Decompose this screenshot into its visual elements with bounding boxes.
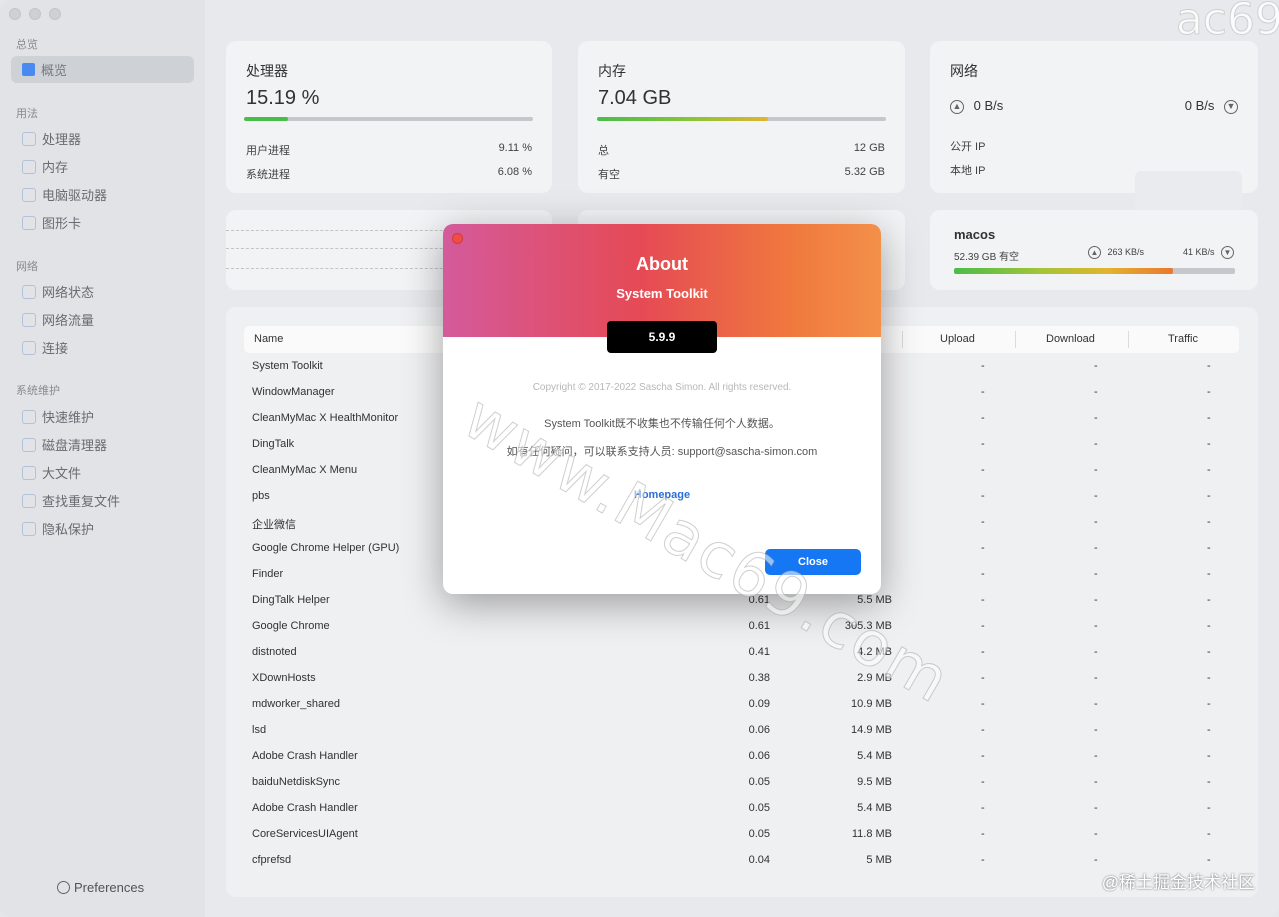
- about-app-name: System Toolkit: [616, 286, 708, 301]
- app-window: 总览 概览 用法 处理器 内存 电脑驱动器 图形卡 网络 网络状态 网络流量 连接 系统维护 快速维护磁…: [0, 0, 1279, 917]
- about-title: About: [636, 254, 688, 274]
- close-dialog-button[interactable]: [452, 233, 463, 244]
- version-badge: 5.9.9: [607, 321, 717, 353]
- corner-watermark-top: ac69: [1175, 0, 1279, 46]
- corner-watermark: @稀土掘金技术社区: [1101, 873, 1255, 892]
